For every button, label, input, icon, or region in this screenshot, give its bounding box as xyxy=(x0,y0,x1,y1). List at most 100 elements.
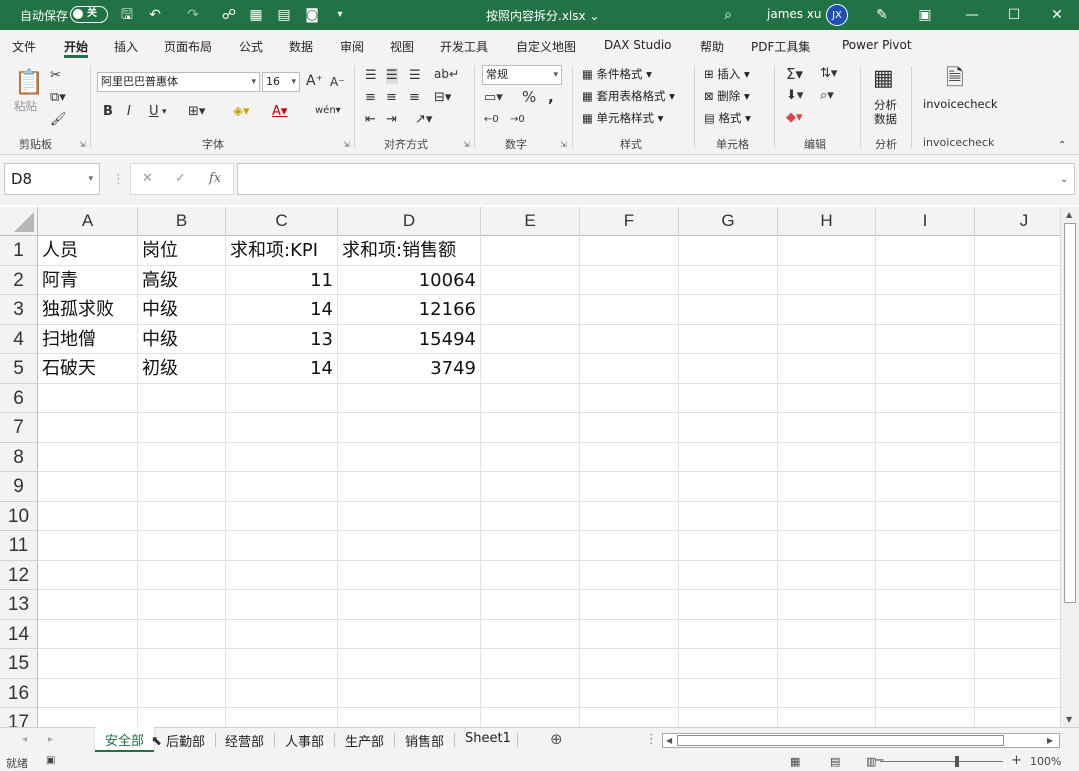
cell-j4[interactable] xyxy=(975,325,1060,354)
shrink-font-icon[interactable]: A⁻ xyxy=(330,74,345,90)
cell-f8[interactable] xyxy=(580,442,679,472)
touch-mode-icon[interactable]: ☍ xyxy=(219,5,239,25)
cell-i6[interactable] xyxy=(876,383,975,413)
cancel-icon[interactable]: ✕ xyxy=(142,171,153,186)
invoicecheck-icon[interactable]: 🗎 xyxy=(946,66,964,92)
cell-d5[interactable]: 3749 xyxy=(338,354,481,384)
cell-a17[interactable] xyxy=(38,708,138,727)
cell-d13[interactable] xyxy=(338,590,481,620)
cell-f1[interactable] xyxy=(580,236,679,266)
cell-d17[interactable] xyxy=(338,708,481,727)
font-color-icon[interactable]: A▾ xyxy=(272,104,287,120)
tab-help[interactable]: 帮助 xyxy=(700,38,724,55)
grow-font-icon[interactable]: A⁺ xyxy=(306,73,323,89)
cell-f6[interactable] xyxy=(580,383,679,413)
cell-d9[interactable] xyxy=(338,472,481,502)
cell-e4[interactable] xyxy=(481,324,580,354)
cell-b7[interactable] xyxy=(138,413,226,443)
tab-pdf-tools[interactable]: PDF工具集 xyxy=(751,38,810,55)
maximize-icon[interactable]: ☐ xyxy=(1004,5,1024,25)
italic-button[interactable]: I xyxy=(127,104,131,120)
chevron-down-icon[interactable]: ▾ xyxy=(162,104,167,120)
percent-icon[interactable]: % xyxy=(522,89,536,105)
align-right-icon[interactable]: ≡ xyxy=(409,90,420,106)
increase-indent-icon[interactable]: ⇥ xyxy=(386,112,397,128)
cell-c11[interactable] xyxy=(226,531,338,561)
cell-j14[interactable] xyxy=(975,620,1060,649)
column-header-c[interactable]: C xyxy=(226,207,338,236)
cell-e6[interactable] xyxy=(481,383,580,413)
row-header-13[interactable]: 13 xyxy=(0,590,38,620)
row-header-7[interactable]: 7 xyxy=(0,413,38,443)
number-format-select[interactable]: 常规 ▾ xyxy=(482,65,562,85)
cell-i1[interactable] xyxy=(876,236,975,266)
cell-j17[interactable] xyxy=(975,708,1060,727)
cell-i14[interactable] xyxy=(876,619,975,649)
select-all-button[interactable] xyxy=(0,207,38,236)
delete-cells-button[interactable]: ⊠ 删除 ▾ xyxy=(704,88,750,104)
cell-b15[interactable] xyxy=(138,649,226,679)
row-header-15[interactable]: 15 xyxy=(0,649,38,679)
cell-g2[interactable] xyxy=(679,265,778,295)
cell-j16[interactable] xyxy=(975,679,1060,708)
cell-f17[interactable] xyxy=(580,708,679,727)
cell-a7[interactable] xyxy=(38,413,138,443)
search-icon[interactable]: ⌕ xyxy=(718,5,738,25)
cell-g11[interactable] xyxy=(679,531,778,561)
cell-g14[interactable] xyxy=(679,619,778,649)
cell-i10[interactable] xyxy=(876,501,975,531)
find-select-icon[interactable]: ⌕▾ xyxy=(820,88,834,104)
cell-c3[interactable]: 14 xyxy=(226,295,338,325)
cell-e15[interactable] xyxy=(481,649,580,679)
user-avatar[interactable]: JX xyxy=(826,4,848,26)
cell-c7[interactable] xyxy=(226,413,338,443)
cell-a11[interactable] xyxy=(38,531,138,561)
tab-insert[interactable]: 插入 xyxy=(114,38,138,55)
number-launcher-icon[interactable]: ⇲ xyxy=(560,140,567,149)
cell-d14[interactable] xyxy=(338,619,481,649)
fill-color-icon[interactable]: ◈▾ xyxy=(233,104,250,120)
scroll-up-icon[interactable]: ▲ xyxy=(1066,210,1072,219)
autosum-icon[interactable]: Σ▾ xyxy=(786,66,803,82)
expand-formula-bar-icon[interactable]: ⌄ xyxy=(1060,172,1068,188)
tab-home[interactable]: 开始 xyxy=(64,38,88,55)
cell-g17[interactable] xyxy=(679,708,778,727)
cell-e9[interactable] xyxy=(481,472,580,502)
cell-d7[interactable] xyxy=(338,413,481,443)
row-header-1[interactable]: 1 xyxy=(0,236,38,266)
tab-data[interactable]: 数据 xyxy=(289,38,313,55)
close-icon[interactable]: ✕ xyxy=(1047,5,1067,25)
cell-styles-button[interactable]: ▦ 单元格样式 ▾ xyxy=(582,110,663,126)
save-icon[interactable]: 🖫 xyxy=(117,5,137,25)
sheet-tab-生产部[interactable]: 生产部 xyxy=(345,731,384,750)
row-header-12[interactable]: 12 xyxy=(0,560,38,590)
cell-a12[interactable] xyxy=(38,560,138,590)
cell-a3[interactable]: 独孤求败 xyxy=(38,295,138,325)
column-header-b[interactable]: B xyxy=(138,207,226,236)
clipboard-launcher-icon[interactable]: ⇲ xyxy=(79,140,86,149)
cell-a16[interactable] xyxy=(38,678,138,708)
copy-icon[interactable]: ⧉▾ xyxy=(50,90,66,106)
cell-i4[interactable] xyxy=(876,324,975,354)
cell-b1[interactable]: 岗位 xyxy=(138,236,226,266)
cell-d3[interactable]: 12166 xyxy=(338,295,481,325)
column-header-a[interactable]: A xyxy=(38,207,138,236)
decrease-decimal-icon[interactable]: →0 xyxy=(510,112,525,128)
cell-a15[interactable] xyxy=(38,649,138,679)
zoom-in-icon[interactable]: + xyxy=(1011,753,1022,768)
cell-g13[interactable] xyxy=(679,590,778,620)
format-as-table-button[interactable]: ▦ 套用表格格式 ▾ xyxy=(582,88,675,104)
cell-f14[interactable] xyxy=(580,619,679,649)
cell-b4[interactable]: 中级 xyxy=(138,324,226,354)
tab-view[interactable]: 视图 xyxy=(390,38,414,55)
cell-e10[interactable] xyxy=(481,501,580,531)
font-name-select[interactable]: 阿里巴巴普惠体 ▾ xyxy=(97,72,260,92)
cell-c8[interactable] xyxy=(226,442,338,472)
cell-i7[interactable] xyxy=(876,413,975,443)
cell-d2[interactable]: 10064 xyxy=(338,265,481,295)
cell-a9[interactable] xyxy=(38,472,138,502)
cell-e3[interactable] xyxy=(481,295,580,325)
collapse-ribbon-icon[interactable]: ⌃ xyxy=(1058,138,1066,154)
cell-g3[interactable] xyxy=(679,295,778,325)
zoom-level[interactable]: 100% xyxy=(1030,755,1061,768)
